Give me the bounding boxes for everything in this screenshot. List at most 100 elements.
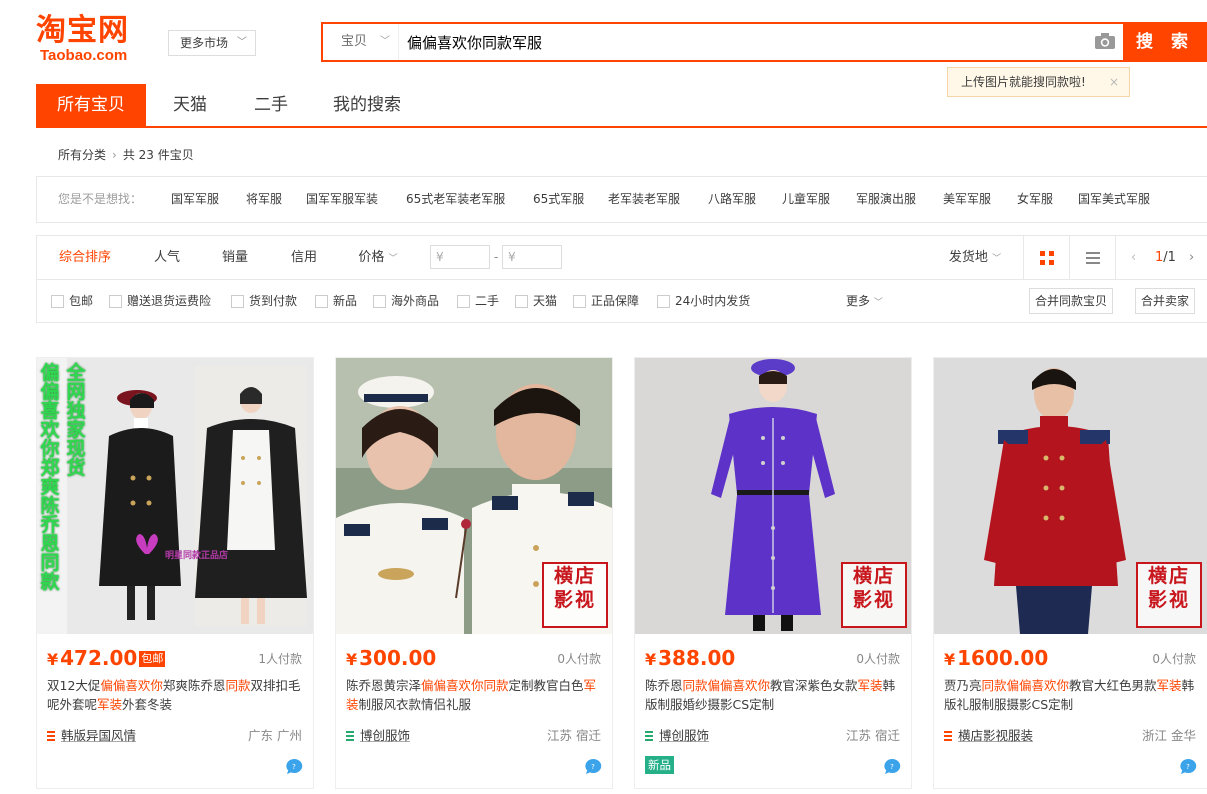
purchase-count: 0人付款	[856, 652, 900, 666]
sort-credit[interactable]: 信用	[284, 236, 324, 279]
wangwang-chat-icon[interactable]: ?	[883, 758, 901, 774]
price-min-input[interactable]: ¥	[430, 245, 490, 269]
checkbox[interactable]	[51, 295, 64, 308]
product-title[interactable]: 陈乔恩黄宗泽偏偏喜欢你同款定制教官白色军装制服风衣款情侣礼服	[346, 676, 604, 716]
product-card[interactable]: 偏偏喜欢你郑爽陈乔恩同款 全网独家现货 明星同款正品店 ¥472.00 包邮 1人…	[36, 357, 314, 789]
search-tabs: 所有宝贝 天猫 二手 我的搜索	[36, 84, 1207, 128]
new-item-badge: 新品	[645, 756, 674, 774]
product-card[interactable]: 横店 影视 ¥1600.00 0人付款 贾乃亮同款偏偏喜欢你教官大红色男款军装韩…	[933, 357, 1207, 789]
title-part: 定制教官白色	[508, 678, 584, 693]
related-search-item[interactable]: 美军军服	[943, 177, 991, 222]
related-search-item[interactable]: 国军军服	[171, 177, 219, 222]
related-searches-label: 您是不是想找：	[58, 192, 143, 206]
checkbox[interactable]	[457, 295, 470, 308]
shop-location: 江苏 宿迁	[846, 728, 900, 743]
filter-overseas[interactable]: 海外商品	[373, 280, 439, 322]
breadcrumb-all-categories[interactable]: 所有分类	[58, 148, 106, 162]
watermark-text: 明星同款正品店	[165, 551, 229, 561]
product-card[interactable]: 横店 影视 ¥300.00 0人付款 陈乔恩黄宗泽偏偏喜欢你同款定制教官白色军装…	[335, 357, 613, 789]
search-input[interactable]	[407, 24, 1087, 60]
price-max-input[interactable]: ¥	[502, 245, 562, 269]
checkbox[interactable]	[515, 295, 528, 308]
product-image[interactable]: 横店 影视	[934, 358, 1207, 634]
product-image[interactable]: 偏偏喜欢你郑爽陈乔恩同款 全网独家现货 明星同款正品店	[37, 358, 313, 634]
checkbox[interactable]	[573, 295, 586, 308]
related-search-item[interactable]: 八路军服	[708, 177, 756, 222]
sort-popularity[interactable]: 人气	[147, 236, 187, 279]
title-part: 教官深紫色女款	[770, 678, 858, 693]
more-markets-dropdown[interactable]: 更多市场 ﹀	[168, 30, 256, 56]
tab-tmall[interactable]: 天猫	[173, 84, 207, 126]
search-scope-select[interactable]: 宝贝 ﹀	[323, 24, 399, 60]
related-search-item[interactable]: 儿童军服	[782, 177, 830, 222]
prev-page-icon[interactable]: ‹	[1131, 236, 1136, 279]
filter-return-insurance[interactable]: 赠送退货运费险	[109, 280, 211, 322]
filter-label: 天猫	[533, 294, 558, 308]
product-title[interactable]: 陈乔恩同款偏偏喜欢你教官深紫色女款军装韩版制服婚纱摄影CS定制	[645, 676, 903, 716]
merge-sellers-button[interactable]: 合并卖家	[1135, 288, 1196, 314]
filter-free-shipping[interactable]: 包邮	[51, 280, 93, 322]
related-search-item[interactable]: 65式老军装老军服	[406, 177, 505, 222]
filter-new[interactable]: 新品	[315, 280, 357, 322]
filter-secondhand[interactable]: 二手	[457, 280, 499, 322]
related-search-item[interactable]: 国军军服军装	[306, 177, 378, 222]
grid-view-toggle[interactable]	[1023, 236, 1069, 279]
more-filters-button[interactable]: 更多 ﹀	[846, 280, 883, 324]
related-search-item[interactable]: 65式军服	[533, 177, 584, 222]
wangwang-chat-icon[interactable]: ?	[584, 758, 602, 774]
result-count: 共 23 件宝贝	[122, 148, 194, 162]
search-button[interactable]: 搜 索	[1123, 22, 1207, 62]
purchase-count: 0人付款	[1152, 652, 1196, 666]
checkbox[interactable]	[373, 295, 386, 308]
related-search-item[interactable]: 国军美式军服	[1078, 177, 1150, 222]
checkbox[interactable]	[657, 295, 670, 308]
product-image[interactable]: 横店 影视	[336, 358, 612, 634]
title-highlight: 同款	[225, 678, 251, 693]
shop-location: 江苏 宿迁	[547, 728, 601, 743]
merge-same-items-button[interactable]: 合并同款宝贝	[1029, 288, 1114, 314]
wangwang-chat-icon[interactable]: ?	[1179, 758, 1197, 774]
product-card[interactable]: 横店 影视 ¥388.00 0人付款 陈乔恩同款偏偏喜欢你教官深紫色女款军装韩版…	[634, 357, 912, 789]
related-search-item[interactable]: 将军服	[246, 177, 282, 222]
sort-price[interactable]: 价格 ﹀	[353, 236, 403, 279]
filter-tmall[interactable]: 天猫	[515, 280, 557, 322]
camera-icon[interactable]	[1095, 33, 1115, 49]
chevron-down-icon: ﹀	[388, 254, 398, 264]
taobao-logo[interactable]: 淘宝网 Taobao.com	[36, 14, 156, 64]
mini-pager: ‹ 1/1 ›	[1115, 236, 1207, 279]
product-image[interactable]: 横店 影视	[635, 358, 911, 634]
related-search-item[interactable]: 女军服	[1017, 177, 1053, 222]
price-value: 1600.00	[957, 646, 1049, 670]
product-title[interactable]: 贾乃亮同款偏偏喜欢你教官大红色男款军装韩版礼服制服摄影CS定制	[944, 676, 1202, 716]
filter-cash-on-delivery[interactable]: 货到付款	[231, 280, 297, 322]
price-value: 472.00	[60, 646, 138, 670]
next-page-icon[interactable]: ›	[1189, 236, 1194, 279]
svg-text:?: ?	[1186, 763, 1190, 771]
checkbox[interactable]	[315, 295, 328, 308]
tab-my-search[interactable]: 我的搜索	[333, 84, 401, 126]
tab-all-items[interactable]: 所有宝贝	[36, 84, 146, 126]
shop-link[interactable]: 博创服饰	[346, 725, 410, 744]
filter-bar: 包邮 赠送退货运费险 货到付款 新品 海外商品 二手 天猫 正品保障 24小时内…	[36, 280, 1207, 323]
shop-link[interactable]: 韩版异国风情	[47, 725, 136, 744]
filter-genuine[interactable]: 正品保障	[573, 280, 639, 322]
shop-link[interactable]: 横店影视服装	[944, 725, 1033, 744]
product-title[interactable]: 双12大促偏偏喜欢你郑爽陈乔恩同款双排扣毛呢外套呢军装外套冬装	[47, 676, 305, 716]
sort-sales[interactable]: 销量	[215, 236, 255, 279]
svg-text:?: ?	[591, 763, 595, 771]
sort-default[interactable]: 综合排序	[37, 236, 133, 279]
shop-link[interactable]: 博创服饰	[645, 725, 709, 744]
search-scope-label: 宝贝	[341, 34, 368, 49]
related-search-item[interactable]: 军服演出服	[856, 177, 916, 222]
svg-text:?: ?	[890, 763, 894, 771]
tab-secondhand[interactable]: 二手	[254, 84, 288, 126]
wangwang-chat-icon[interactable]: ?	[285, 758, 303, 774]
sort-bar: 综合排序 人气 销量 信用 价格 ﹀ ¥ - ¥ 发货地 ﹀ ‹ 1/1 ›	[36, 235, 1207, 280]
list-view-toggle[interactable]	[1069, 236, 1115, 279]
checkbox[interactable]	[109, 295, 122, 308]
related-searches: 您是不是想找： 国军军服 将军服 国军军服军装 65式老军装老军服 65式军服 …	[36, 176, 1207, 223]
ship-from-dropdown[interactable]: 发货地 ﹀	[945, 236, 1005, 279]
filter-24h-shipping[interactable]: 24小时内发货	[657, 280, 750, 322]
related-search-item[interactable]: 老军装老军服	[608, 177, 680, 222]
checkbox[interactable]	[231, 295, 244, 308]
